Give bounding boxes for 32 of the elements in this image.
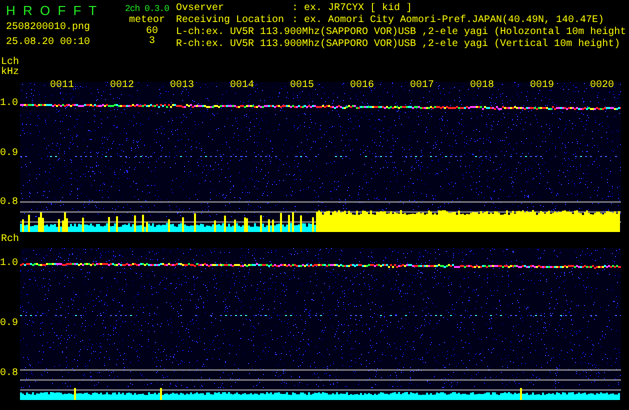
- file-name: 2508200010.png: [6, 22, 92, 34]
- time-label: 0015: [290, 80, 314, 92]
- channel-info: L-ch:ex. UV5R 113.900Mhz(SAPPORO VOR)USB ,2-ele yagi (Holozontal 10m height: [176, 27, 628, 38]
- axis-unit: kHz: [1, 68, 20, 78]
- time-label: 0019: [530, 80, 554, 92]
- time-label: 0014: [230, 80, 254, 92]
- meteor-label: meteor: [128, 15, 165, 26]
- channel-label: Lch: [1, 58, 20, 68]
- channel-label: Rch: [1, 234, 20, 246]
- time-label: 0020: [590, 80, 614, 92]
- time-label: 0018: [470, 80, 494, 92]
- meteor-count: 60: [146, 27, 158, 37]
- axis-tick-label: 1.0: [0, 258, 18, 270]
- time-label: 0013: [170, 80, 194, 92]
- info-label: Ovserver: [176, 3, 226, 14]
- axis-tick-label: 0.9: [0, 148, 18, 160]
- version-label: 2ch 0.3.0: [124, 3, 170, 15]
- date-time: 25.08.20 00:10: [6, 37, 92, 49]
- info-label: Receiving Location: [176, 15, 286, 26]
- app-title: H R O F F T: [6, 3, 97, 19]
- meteor-count: 3: [148, 37, 155, 47]
- info-value: : ex. Aomori City Aomori-Pref.JAPAN(40.49N, 140.47E): [292, 15, 604, 26]
- axis-tick-label: 0.8: [0, 197, 18, 209]
- axis-tick-label: 0.8: [0, 368, 18, 380]
- time-label: 0011: [50, 80, 74, 92]
- axis-tick-label: 0.9: [0, 318, 18, 330]
- time-label: 0012: [110, 80, 134, 92]
- time-label: 0017: [410, 80, 434, 92]
- channel-info: R-ch:ex. UV5R 113.900Mhz(SAPPORO VOR)USB ,2-ele yagi (Vertical 10m height): [176, 39, 622, 51]
- axis-tick-label: 1.0: [0, 98, 18, 110]
- info-value: : ex. JR7CYX [ kid ]: [292, 3, 412, 14]
- time-label: 0016: [350, 80, 374, 92]
